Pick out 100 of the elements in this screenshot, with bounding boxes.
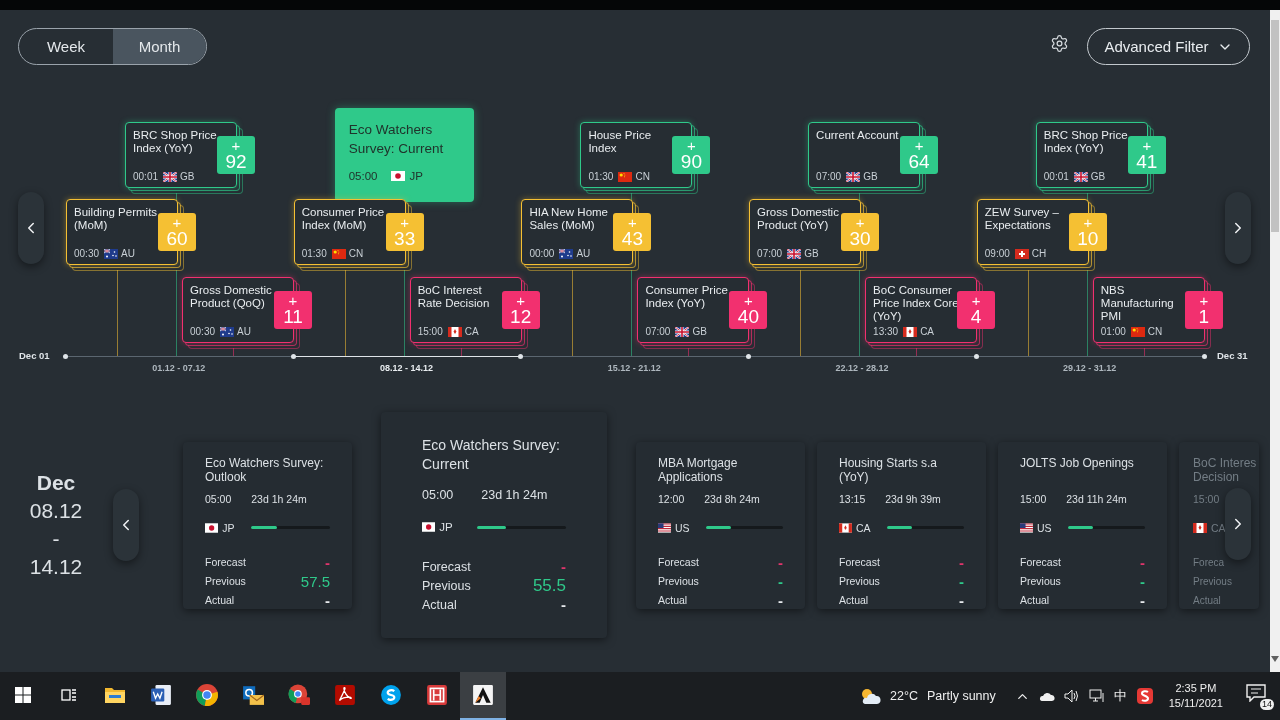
clock-time: 2:35 PM [1175, 681, 1217, 696]
mail-icon[interactable] [242, 684, 264, 706]
event-time: 15:00 [417, 326, 443, 337]
event-count-badge: + 40 [729, 291, 768, 329]
event-title: BRC Shop Price Index (YoY) [133, 129, 218, 155]
event-card[interactable]: Eco Watchers Survey: Current 05:00 JP [334, 108, 474, 202]
event-count-badge: + 43 [613, 213, 652, 251]
event-time: 00:30 [190, 326, 216, 337]
week-range-label[interactable]: 15.12 - 21.12 [607, 363, 661, 373]
event-detail-card[interactable]: Eco Watchers Survey: Current 05:00 23d 1h 24m JP Forecast - Previous 55.5 Actual - [381, 412, 607, 638]
event-count-badge: + 30 [841, 213, 880, 251]
weather-text: Partly sunny [926, 689, 996, 703]
event-time: 07:00 [645, 326, 671, 337]
settings-icon[interactable] [1050, 34, 1069, 53]
event-time: 00:00 [529, 248, 555, 259]
event-time: 13:30 [873, 326, 899, 337]
scrollbar-thumb[interactable] [1271, 20, 1279, 232]
stat-label: Actual [422, 597, 457, 612]
event-time: 01:30 [588, 171, 614, 182]
event-title: HIA New Home Sales (MoM) [529, 206, 609, 232]
flag-icon [787, 248, 802, 259]
event-count-badge: + 4 [957, 291, 996, 329]
weather-icon[interactable] [859, 687, 882, 705]
input-method-text[interactable]: 中 [1113, 687, 1127, 705]
card-title: Eco Watchers Survey: Outlook [205, 455, 325, 484]
week-range-label[interactable]: 22.12 - 28.12 [835, 363, 889, 373]
stat-label: Forecast [658, 556, 699, 568]
event-detail-card[interactable]: JOLTS Job Openings 15:00 23d 11h 24m US Forecast - Previous - Actual - [998, 441, 1167, 609]
view-tab[interactable]: Week [19, 29, 113, 64]
event-title: Building Permits (MoM) [74, 206, 159, 232]
stat-label: Foreca [1193, 556, 1225, 568]
week-range-label[interactable]: 29.12 - 31.12 [1063, 363, 1117, 373]
card-country: JP [222, 521, 235, 534]
flag-icon [331, 248, 346, 259]
event-title: Current Account [816, 129, 900, 142]
app-icon[interactable] [1135, 687, 1154, 705]
stat-value: - [778, 554, 783, 570]
scrollbar[interactable] [1270, 10, 1280, 672]
card-time: 05:00 [422, 488, 454, 502]
notification-icon[interactable] [1246, 684, 1266, 702]
timeline-dot [290, 354, 296, 359]
stat-label: Previous [1020, 575, 1061, 587]
card-title: Housing Starts s.a (YoY) [839, 455, 939, 484]
browser-icon[interactable] [196, 684, 218, 706]
flag-icon [675, 326, 690, 337]
flag-icon [559, 248, 574, 259]
stat-label: Forecast [205, 556, 246, 568]
browser-icon[interactable] [288, 684, 310, 706]
period-separator: - [52, 526, 60, 552]
event-country: JP [409, 170, 423, 182]
document-icon[interactable] [150, 684, 172, 706]
flag-icon [846, 171, 861, 182]
flag-icon [1193, 522, 1207, 533]
app-icon[interactable] [472, 684, 494, 706]
stat-value: - [959, 554, 964, 570]
timeline-dot [63, 354, 68, 359]
stat-value: - [1140, 554, 1145, 570]
flag-icon [1130, 326, 1145, 337]
event-detail-card[interactable]: Housing Starts s.a (YoY) 13:15 23d 9h 39m CA Forecast - Previous - Actual - [817, 441, 986, 609]
view-tab[interactable]: Month [113, 29, 206, 64]
event-time: 01:30 [301, 248, 327, 259]
timeline-dot [1201, 354, 1207, 359]
event-country: CN [348, 248, 364, 259]
flag-icon [1073, 171, 1088, 182]
stat-value: - [959, 573, 964, 589]
timeline-segment[interactable] [748, 356, 976, 357]
event-detail-card[interactable]: Eco Watchers Survey: Outlook 05:00 23d 1h 24m JP Forecast - Previous 57.5 Actual - [183, 441, 352, 609]
event-detail-card[interactable]: MBA Mortgage Applications 12:00 23d 8h 24m US Forecast - Previous - Actual - [636, 441, 805, 609]
week-range-label[interactable]: 01.12 - 07.12 [152, 363, 206, 373]
stat-value: - [325, 592, 330, 608]
event-count-badge: + 12 [501, 291, 540, 329]
chat-icon[interactable] [380, 684, 402, 706]
timeline-dot [973, 354, 979, 359]
stat-label: Actual [658, 594, 688, 606]
task-view-icon[interactable] [61, 687, 77, 703]
timeline-segment[interactable] [65, 356, 293, 357]
stat-label: Forecast [422, 559, 471, 574]
cloud-icon[interactable] [1038, 690, 1055, 702]
period-end: 14.12 [29, 554, 83, 580]
event-country: CA [464, 326, 479, 337]
timeline-segment[interactable] [520, 356, 749, 357]
week-range-label[interactable]: 08.12 - 14.12 [380, 363, 434, 373]
timeline-start-label: Dec 01 [19, 350, 50, 361]
stat-value: - [778, 573, 783, 589]
event-title: BRC Shop Price Index (YoY) [1043, 129, 1129, 155]
event-title: House Price Index [588, 129, 653, 155]
flag-icon [839, 522, 852, 533]
countdown-text: 23d 1h 24m [251, 492, 307, 505]
timeline-dot [518, 354, 524, 359]
event-time: 00:01 [133, 171, 159, 182]
pdf-icon[interactable] [334, 684, 356, 706]
stat-label: Forecast [839, 556, 880, 568]
network-icon[interactable] [1088, 689, 1105, 703]
flag-icon [447, 326, 462, 337]
app-icon[interactable] [426, 684, 448, 706]
scroll-down-icon[interactable] [1271, 656, 1279, 662]
taskbar-button[interactable] [460, 672, 506, 720]
event-count-badge: + 90 [672, 136, 711, 174]
stat-label: Actual [1193, 594, 1221, 606]
speaker-icon[interactable] [1063, 689, 1080, 703]
